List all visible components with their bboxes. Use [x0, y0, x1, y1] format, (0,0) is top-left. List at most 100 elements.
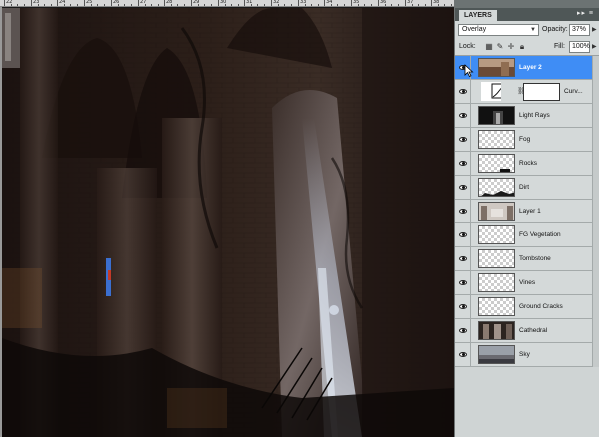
layer-thumbnail[interactable]	[481, 81, 501, 101]
visibility-toggle[interactable]	[455, 319, 471, 343]
layer-thumbnail[interactable]	[478, 201, 515, 221]
layer-name: Rocks	[519, 159, 538, 167]
ruler-minor-tick	[371, 4, 372, 6]
opacity-label: Opacity:	[542, 26, 568, 33]
ruler-minor-tick	[151, 4, 152, 6]
ruler-minor-tick	[97, 4, 98, 6]
eye-icon	[459, 160, 467, 166]
ruler-minor-tick	[204, 4, 205, 6]
layer-row[interactable]: Vines	[455, 271, 592, 296]
blend-mode-value: Overlay	[462, 26, 487, 33]
layer-row[interactable]: Rocks	[455, 151, 592, 176]
ruler-number: 27	[140, 0, 147, 5]
layer-row[interactable]: Fog	[455, 127, 592, 152]
eye-icon	[459, 256, 467, 262]
opacity-slider-icon[interactable]: ▶	[592, 26, 597, 33]
layer-row[interactable]: Ground Cracks	[455, 295, 592, 320]
lock-row: Lock: ▦ ✎ ✛ 🔒︎ Fill: 100% ▶	[455, 39, 599, 56]
layer-row[interactable]: ⛓ Curv...	[455, 79, 592, 104]
visibility-toggle[interactable]	[455, 343, 471, 366]
layer-thumbnail[interactable]	[478, 273, 515, 293]
lock-all-icon[interactable]: 🔒︎	[518, 43, 526, 51]
eye-icon	[459, 112, 467, 118]
layer-name: Dirt	[519, 183, 530, 191]
ruler-number: 34	[326, 0, 333, 5]
layer-row[interactable]: Cathedral	[455, 319, 592, 344]
ruler-tick	[31, 0, 32, 6]
ruler-tick	[298, 0, 299, 6]
ruler-minor-tick	[231, 4, 232, 6]
layer-name: Ground Cracks	[519, 303, 563, 311]
layer-row[interactable]: Sky	[455, 343, 592, 367]
ruler-minor-tick	[51, 4, 52, 6]
opacity-input[interactable]: 37%	[569, 24, 590, 36]
panel-menu-icon[interactable]: ▸▸ ≡	[577, 9, 594, 17]
visibility-toggle[interactable]	[455, 175, 471, 199]
layer-name: Sky	[519, 351, 530, 359]
visibility-toggle[interactable]	[455, 127, 471, 151]
ruler-tick	[191, 0, 192, 6]
visibility-toggle[interactable]	[455, 247, 471, 271]
ruler-minor-tick	[337, 4, 338, 6]
lock-transparent-pixels-icon[interactable]: ▦	[485, 43, 493, 51]
layer-thumbnail[interactable]	[478, 345, 515, 365]
layers-scrollbar[interactable]	[592, 56, 599, 367]
layer-name: Layer 1	[519, 207, 541, 215]
visibility-toggle[interactable]	[455, 223, 471, 247]
layer-row[interactable]: FG Vegetation	[455, 223, 592, 248]
layer-thumbnail[interactable]	[478, 297, 515, 317]
ruler-minor-tick	[264, 4, 265, 6]
cathedral-artwork-canvas[interactable]	[2, 8, 454, 437]
layer-thumbnail[interactable]	[478, 58, 515, 77]
lock-label: Lock:	[459, 43, 476, 50]
layer-row[interactable]: Light Rays	[455, 103, 592, 128]
visibility-toggle[interactable]	[455, 103, 471, 127]
ruler-number: 30	[220, 0, 227, 5]
ruler-number: 24	[59, 0, 66, 5]
horizontal-ruler: 22 23 24 25 26 27 28 29 30 31 32 33 34 35 36 37 38	[0, 0, 454, 7]
layer-row[interactable]: Layer 2	[455, 56, 592, 80]
ruler-number: 26	[113, 0, 120, 5]
layer-list: Layer 2 ⛓ Curv... Light Rays Fog Rocks Dirt Lay…	[455, 56, 599, 367]
layer-name: Layer 2	[519, 64, 542, 71]
visibility-toggle[interactable]	[455, 271, 471, 295]
ruler-minor-tick	[291, 4, 292, 6]
fill-slider-icon[interactable]: ▶	[592, 43, 597, 50]
layer-row[interactable]: Tombstone	[455, 247, 592, 272]
tab-layers[interactable]: LAYERS	[459, 10, 497, 21]
layer-thumbnail[interactable]	[478, 249, 515, 269]
visibility-toggle[interactable]	[455, 295, 471, 319]
chevron-down-icon: ▼	[530, 27, 536, 33]
ruler-minor-tick	[131, 4, 132, 6]
ruler-number: 25	[86, 0, 93, 5]
eye-icon	[459, 136, 467, 142]
panel-empty-area	[455, 367, 599, 437]
lock-image-pixels-icon[interactable]: ✎	[496, 43, 504, 51]
ruler-minor-tick	[444, 4, 445, 6]
layer-mask-thumbnail[interactable]	[523, 82, 560, 101]
visibility-toggle[interactable]	[455, 151, 471, 175]
layer-row[interactable]: Dirt	[455, 175, 592, 200]
ruler-tick	[111, 0, 112, 6]
visibility-toggle[interactable]	[455, 79, 471, 103]
ruler-minor-tick	[418, 4, 419, 6]
layer-thumbnail[interactable]	[478, 321, 515, 341]
eye-icon	[459, 184, 467, 190]
eye-icon	[459, 232, 467, 238]
blend-mode-select[interactable]: Overlay ▼	[458, 24, 539, 36]
visibility-toggle[interactable]	[455, 199, 471, 223]
ruler-tick	[378, 0, 379, 6]
layer-thumbnail[interactable]	[478, 129, 515, 149]
ruler-tick	[351, 0, 352, 6]
layer-thumbnail[interactable]	[478, 225, 515, 245]
fill-input[interactable]: 100%	[569, 41, 590, 53]
ruler-minor-tick	[391, 4, 392, 6]
ruler-minor-tick	[344, 4, 345, 6]
ruler-tick	[57, 0, 58, 6]
layer-row[interactable]: Layer 1	[455, 199, 592, 224]
layer-thumbnail[interactable]	[478, 153, 515, 173]
lock-position-icon[interactable]: ✛	[507, 43, 515, 51]
layer-thumbnail[interactable]	[478, 177, 515, 197]
eye-icon	[459, 88, 467, 94]
layer-thumbnail[interactable]	[478, 105, 515, 125]
